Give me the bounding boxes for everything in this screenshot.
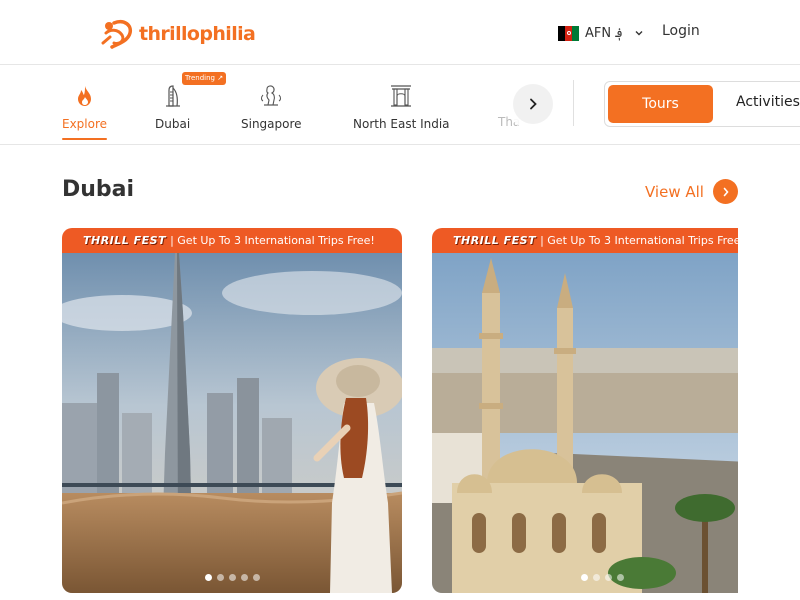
- tours-tab[interactable]: Tours: [608, 85, 713, 123]
- thrill-fest-label: THRILL FEST: [453, 234, 537, 247]
- currency-selector[interactable]: AFN ؋: [558, 24, 643, 42]
- fire-icon: [77, 86, 91, 106]
- image-carousel-dots[interactable]: [62, 574, 402, 581]
- category-label: Dubai: [155, 117, 191, 131]
- active-tab-underline: [62, 138, 108, 140]
- image-carousel-dots[interactable]: [432, 574, 738, 581]
- promo-banner: THRILL FEST | Get Up To 3 International …: [62, 228, 402, 253]
- tours-activities-toggle: Tours Activities: [604, 81, 800, 127]
- trending-badge: Trending ↗: [182, 72, 227, 85]
- section-title: Dubai: [62, 177, 135, 202]
- category-label: Explore: [62, 117, 108, 131]
- activities-tab[interactable]: Activities: [736, 94, 800, 110]
- promo-banner: THRILL FEST | Get Up To 3 International …: [432, 228, 738, 253]
- logo-text: thrillophilia: [139, 23, 256, 45]
- nav-divider: [573, 80, 574, 126]
- gate-icon: [391, 85, 412, 107]
- burj-khalifa-photo: [62, 253, 402, 593]
- category-label: North East India: [353, 117, 450, 131]
- chevron-right-icon: [723, 187, 729, 196]
- view-all-button[interactable]: [713, 179, 738, 204]
- merlion-icon: [261, 85, 282, 106]
- afghanistan-flag-icon: [558, 25, 579, 41]
- category-singapore[interactable]: Singapore: [241, 83, 302, 131]
- category-scroll-next-button[interactable]: [513, 84, 553, 124]
- view-all-link[interactable]: View All: [645, 183, 704, 201]
- category-north-east-india[interactable]: North East India: [353, 83, 450, 131]
- tour-card[interactable]: THRILL FEST | Get Up To 3 International …: [62, 228, 402, 593]
- tour-card-carousel: THRILL FEST | Get Up To 3 International …: [62, 228, 738, 600]
- promo-text: | Get Up To 3 International Trips Free!: [540, 234, 738, 247]
- jumeirah-mosque-photo: [432, 253, 738, 593]
- promo-text: | Get Up To 3 International Trips Free!: [170, 234, 375, 247]
- chevron-down-icon: [635, 31, 643, 36]
- category-explore[interactable]: Explore: [62, 83, 108, 140]
- tour-card[interactable]: THRILL FEST | Get Up To 3 International …: [432, 228, 738, 593]
- thrill-fest-label: THRILL FEST: [83, 234, 167, 247]
- category-label: Singapore: [241, 117, 302, 131]
- currency-label: AFN ؋: [585, 25, 623, 41]
- burj-al-arab-icon: [165, 85, 180, 107]
- login-link[interactable]: Login: [662, 23, 700, 39]
- logo-mark-icon: [101, 20, 133, 49]
- category-dubai[interactable]: Dubai: [155, 83, 190, 131]
- site-header: thrillophilia AFN ؋ Login: [0, 0, 800, 65]
- thrillophilia-logo[interactable]: thrillophilia: [100, 17, 256, 51]
- chevron-right-icon: [530, 98, 537, 110]
